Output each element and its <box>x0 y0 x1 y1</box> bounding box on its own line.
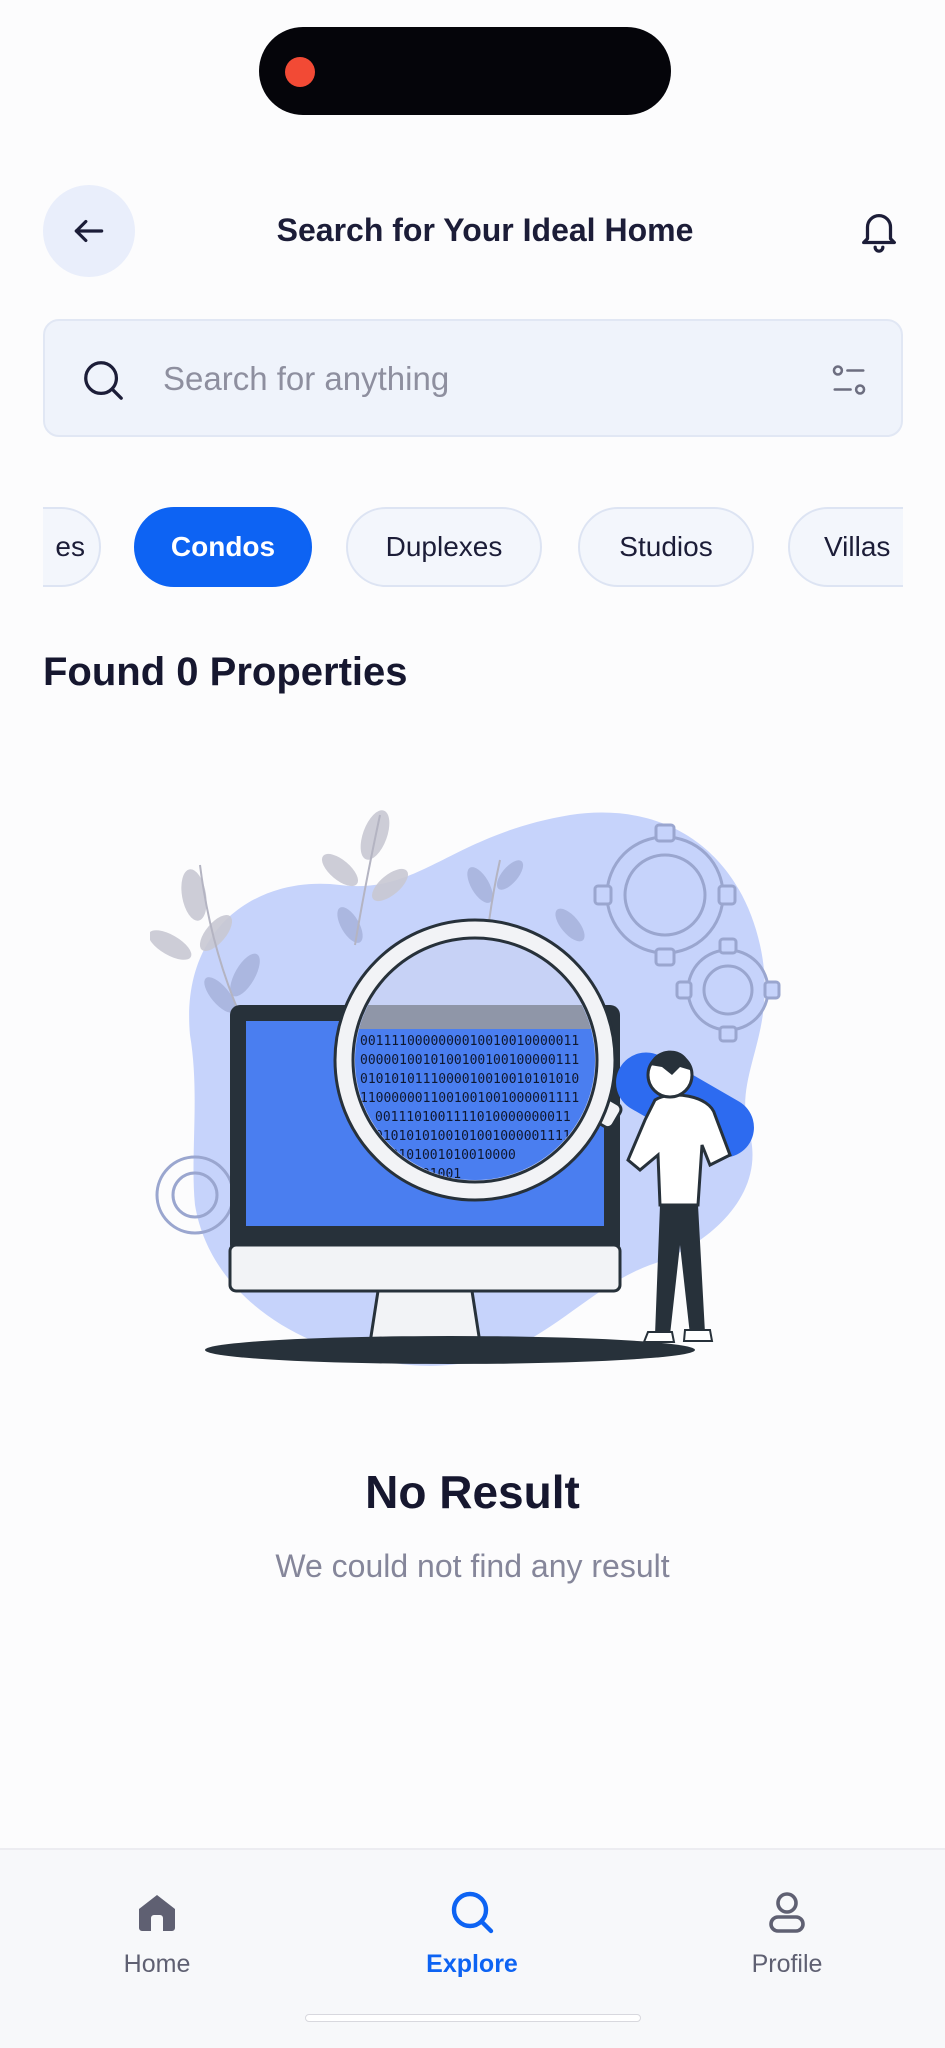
search-input[interactable] <box>163 351 723 407</box>
home-icon <box>139 1895 175 1931</box>
nav-label-profile: Profile <box>751 1950 823 1978</box>
binary-text-line: 1100000011001001001000001111 <box>360 1091 579 1106</box>
results-count-title: Found 0 Properties <box>43 650 408 694</box>
binary-text-line: 0101010100101001000001111 <box>375 1129 571 1144</box>
back-button[interactable] <box>43 185 135 277</box>
status-pill <box>259 27 671 115</box>
search-bar[interactable] <box>43 319 903 437</box>
nav-item-explore[interactable]: Explore <box>382 1888 562 1998</box>
category-chips: es Condos Duplexes Studios Villas <box>43 505 903 589</box>
user-icon <box>769 1892 805 1933</box>
home-indicator <box>305 2014 641 2022</box>
search-icon <box>451 1891 494 1934</box>
page-title: Search for Your Ideal Home <box>276 212 694 248</box>
category-chip[interactable]: es <box>43 507 101 587</box>
notification-button[interactable] <box>848 200 910 262</box>
nav-item-home[interactable]: Home <box>67 1888 247 1998</box>
binary-text-line: 0101010111000010010010101010 <box>360 1072 579 1087</box>
recording-indicator <box>285 57 315 87</box>
empty-state-title: No Result <box>365 1466 580 1518</box>
category-chip-studios[interactable]: Studios <box>578 507 754 587</box>
binary-text-line: 0011110000000010010010000011 <box>360 1034 579 1049</box>
nav-item-profile[interactable]: Profile <box>697 1888 877 1998</box>
magnifier-over-monitor-illustration: 0011110000000010010010000011 000001001010… <box>150 810 781 1366</box>
arrow-left-icon <box>74 219 104 243</box>
nav-label-explore: Explore <box>426 1950 518 1978</box>
category-chip-villas[interactable]: Villas <box>788 507 903 587</box>
nav-label-home: Home <box>123 1950 191 1978</box>
search-icon <box>84 361 123 400</box>
binary-text-line: 0000010010100100100100000111 <box>360 1053 579 1068</box>
search-screen: Search for Your Ideal Home es Condos Dup… <box>0 0 945 2048</box>
category-chip-duplexes[interactable]: Duplexes <box>346 507 542 587</box>
binary-text-line: 0011101001111010000000011 <box>375 1110 571 1125</box>
empty-state-subtitle: We could not find any result <box>275 1548 670 1584</box>
category-chip-condos[interactable]: Condos <box>134 507 312 587</box>
sliders-icon[interactable] <box>830 361 868 399</box>
bell-icon <box>862 214 896 253</box>
